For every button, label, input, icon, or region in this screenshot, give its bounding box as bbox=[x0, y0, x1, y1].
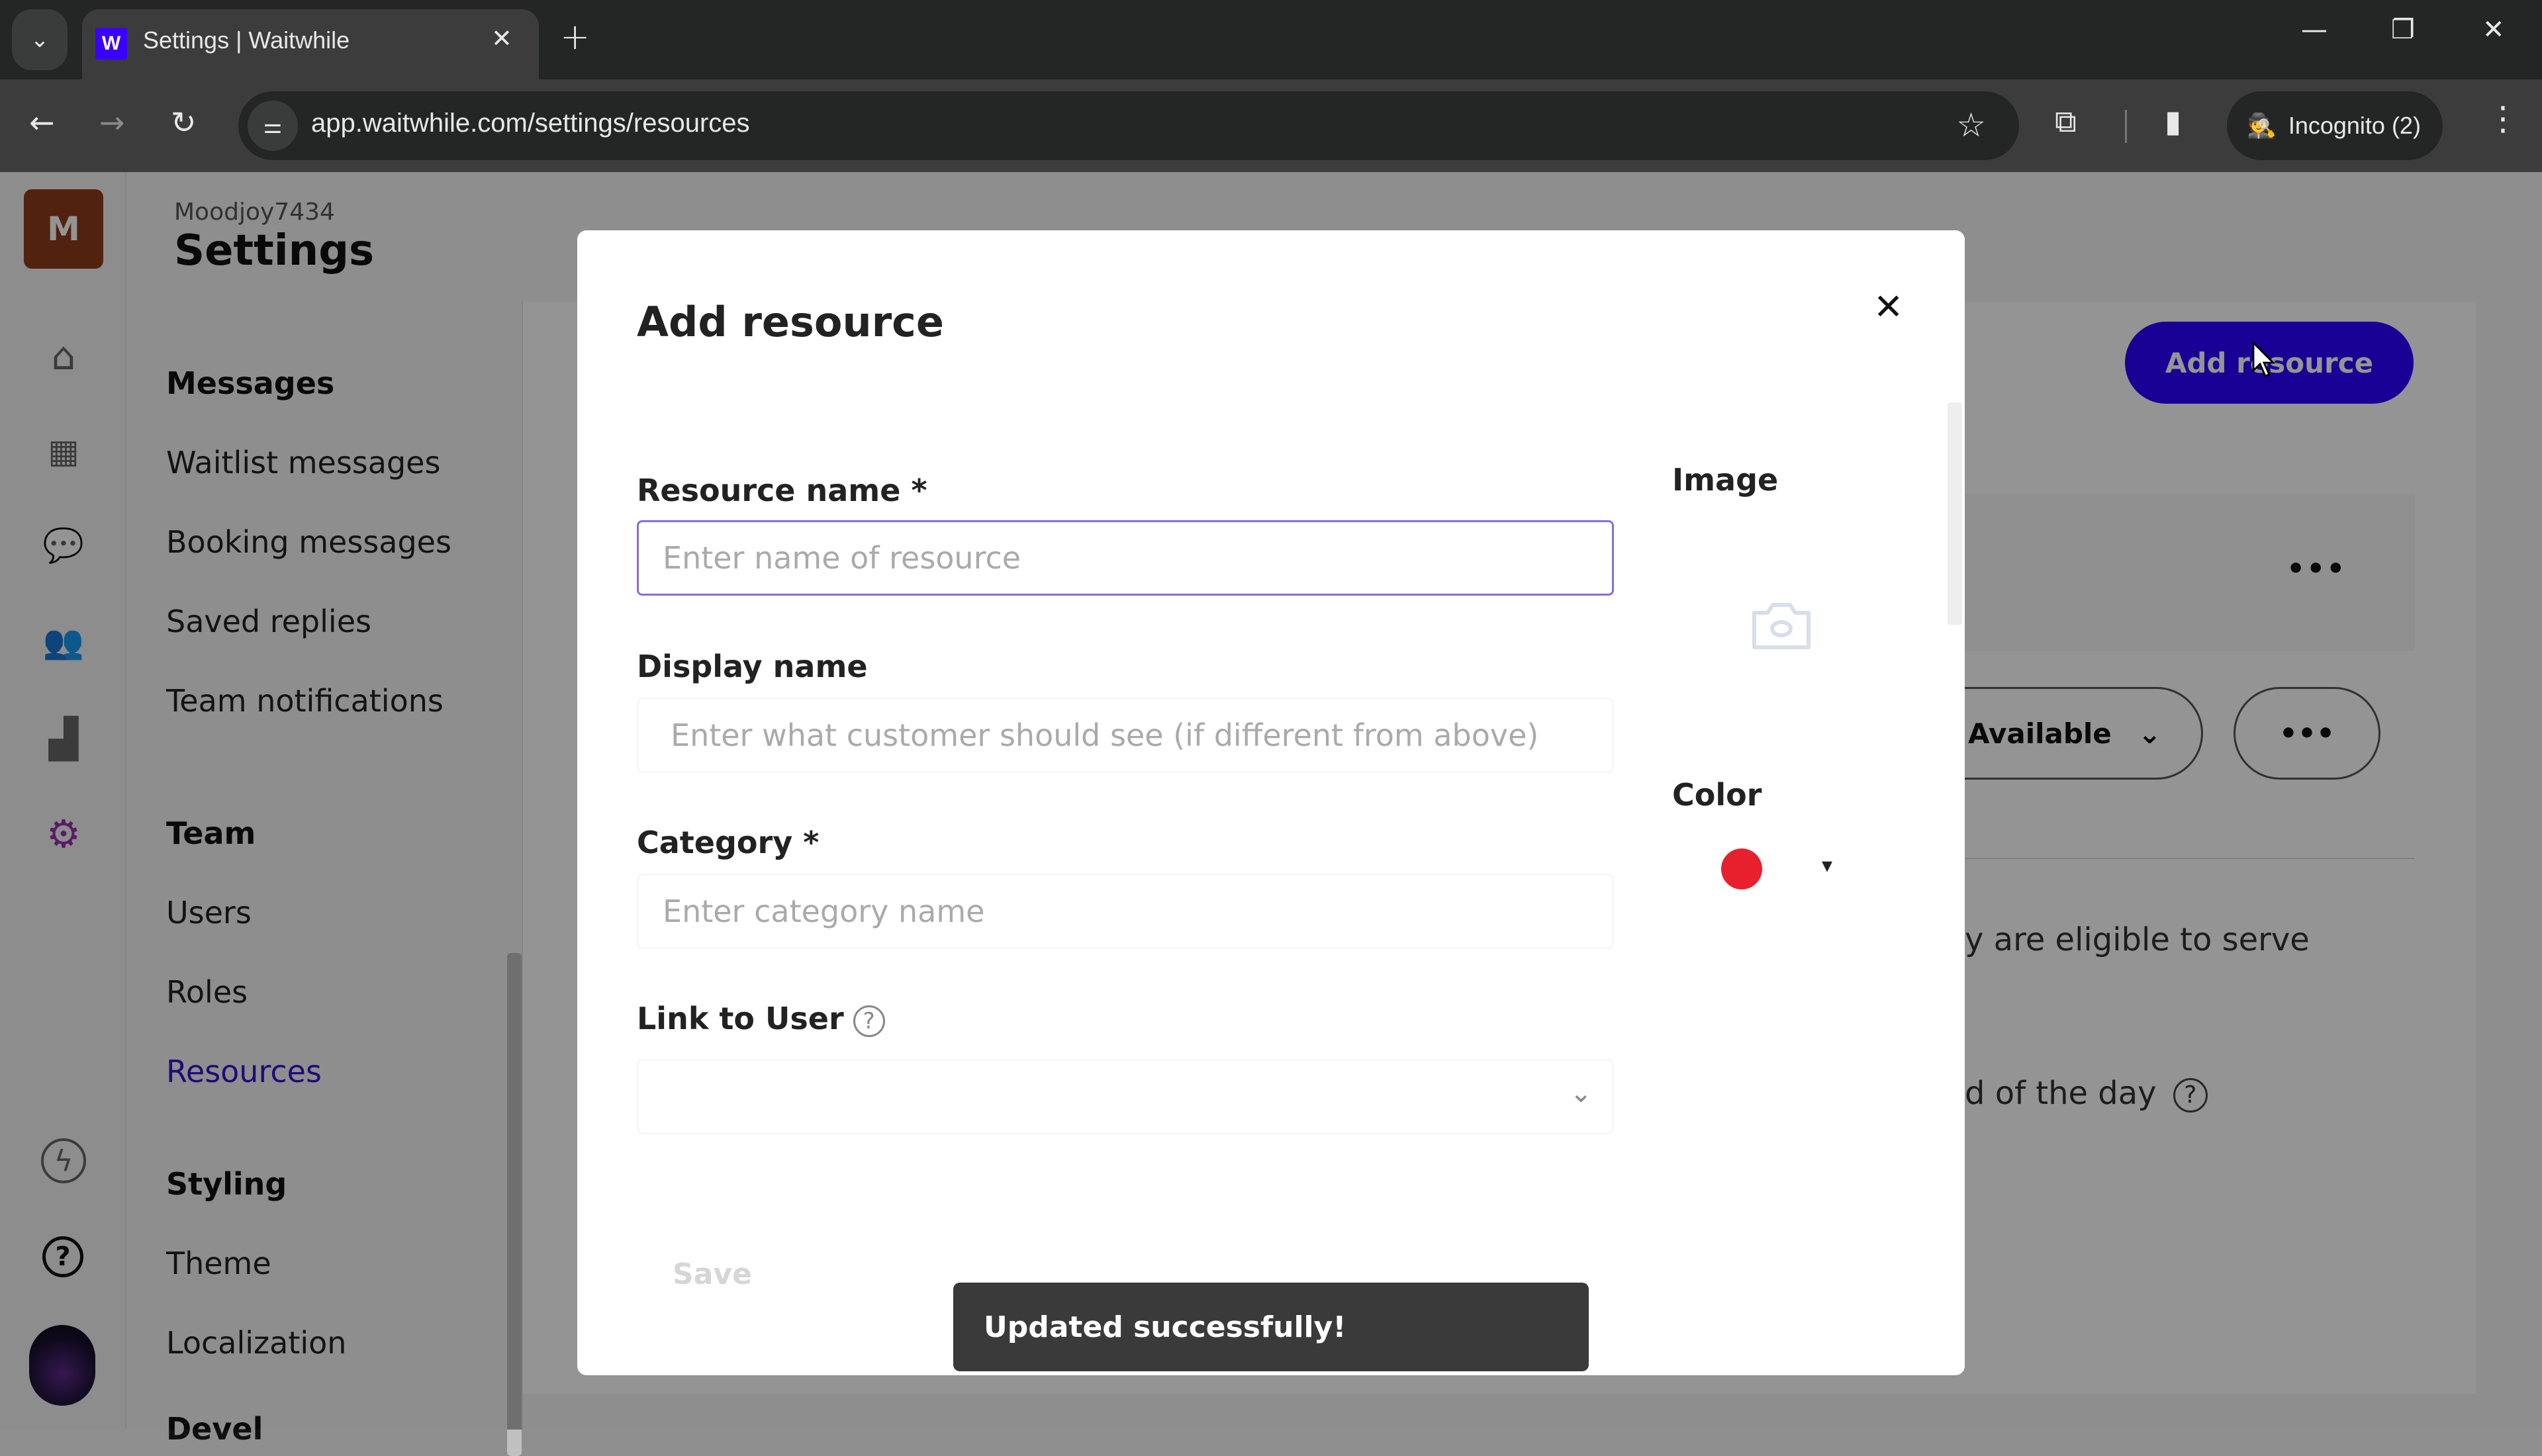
resource-name-label: Resource name * bbox=[637, 473, 927, 508]
close-icon[interactable]: ✕ bbox=[1873, 286, 1903, 328]
side-panel-icon[interactable]: ▮ bbox=[2165, 103, 2181, 139]
link-to-user-select[interactable]: ⌄ bbox=[637, 1059, 1614, 1134]
toast-notification: Updated successfully! bbox=[953, 1283, 1589, 1371]
color-label: Color bbox=[1672, 777, 1762, 813]
toolbar-divider bbox=[2125, 110, 2127, 143]
browser-tab[interactable]: W Settings | Waitwhile ✕ bbox=[82, 9, 539, 79]
tab-list-button[interactable]: ⌄ bbox=[12, 9, 68, 70]
help-circle-icon[interactable]: ? bbox=[853, 1005, 885, 1037]
image-label: Image bbox=[1672, 462, 1779, 498]
modal-scrollbar[interactable] bbox=[1948, 402, 1962, 625]
incognito-icon: 🕵 bbox=[2247, 112, 2277, 139]
camera-icon[interactable] bbox=[1750, 601, 1812, 651]
toast-message: Updated successfully! bbox=[984, 1310, 1346, 1344]
save-button[interactable]: Save bbox=[673, 1257, 752, 1291]
browser-toolbar: ← → ↻ ⚌ app.waitwhile.com/settings/resou… bbox=[0, 79, 2542, 172]
url-text[interactable]: app.waitwhile.com/settings/resources bbox=[311, 109, 750, 138]
back-icon[interactable]: ← bbox=[29, 105, 55, 140]
forward-icon[interactable]: → bbox=[99, 105, 125, 140]
address-bar[interactable]: ⚌ app.waitwhile.com/settings/resources ☆ bbox=[238, 91, 2019, 160]
category-label: Category * bbox=[637, 825, 820, 860]
chevron-down-icon: ⌄ bbox=[30, 26, 50, 53]
bookmark-star-icon[interactable]: ☆ bbox=[1956, 106, 1986, 144]
resource-name-input[interactable] bbox=[637, 520, 1614, 596]
category-input[interactable] bbox=[637, 874, 1614, 949]
mouse-cursor-icon bbox=[2252, 341, 2276, 377]
site-info-icon[interactable]: ⚌ bbox=[248, 101, 298, 151]
display-name-label: Display name bbox=[637, 649, 868, 684]
reload-icon[interactable]: ↻ bbox=[171, 105, 197, 140]
browser-menu-icon[interactable]: ⋮ bbox=[2486, 99, 2519, 138]
link-to-user-label-text: Link to User bbox=[637, 1001, 844, 1036]
extensions-icon[interactable]: ⧉ bbox=[2055, 103, 2077, 140]
browser-tab-bar: ⌄ W Settings | Waitwhile ✕ + — ❐ ✕ bbox=[0, 0, 2542, 79]
tab-title: Settings | Waitwhile bbox=[143, 26, 350, 54]
new-tab-button[interactable]: + bbox=[560, 16, 590, 58]
link-to-user-label: Link to User? bbox=[637, 1001, 885, 1037]
minimize-icon[interactable]: — bbox=[2301, 15, 2328, 45]
add-resource-modal: Add resource ✕ Resource name * Display n… bbox=[577, 230, 1965, 1375]
incognito-label: Incognito (2) bbox=[2288, 112, 2421, 139]
caret-down-icon[interactable]: ▾ bbox=[1822, 852, 1832, 878]
chevron-down-icon: ⌄ bbox=[1570, 1078, 1592, 1109]
modal-title: Add resource bbox=[637, 298, 944, 346]
display-name-input[interactable] bbox=[637, 698, 1614, 773]
incognito-profile-button[interactable]: 🕵 Incognito (2) bbox=[2227, 91, 2443, 160]
restore-icon[interactable]: ❐ bbox=[2391, 15, 2415, 45]
waitwhile-favicon-icon: W bbox=[95, 28, 127, 60]
window-close-icon[interactable]: ✕ bbox=[2482, 15, 2505, 45]
color-swatch[interactable] bbox=[1721, 848, 1762, 889]
tab-close-icon[interactable]: ✕ bbox=[491, 24, 512, 53]
